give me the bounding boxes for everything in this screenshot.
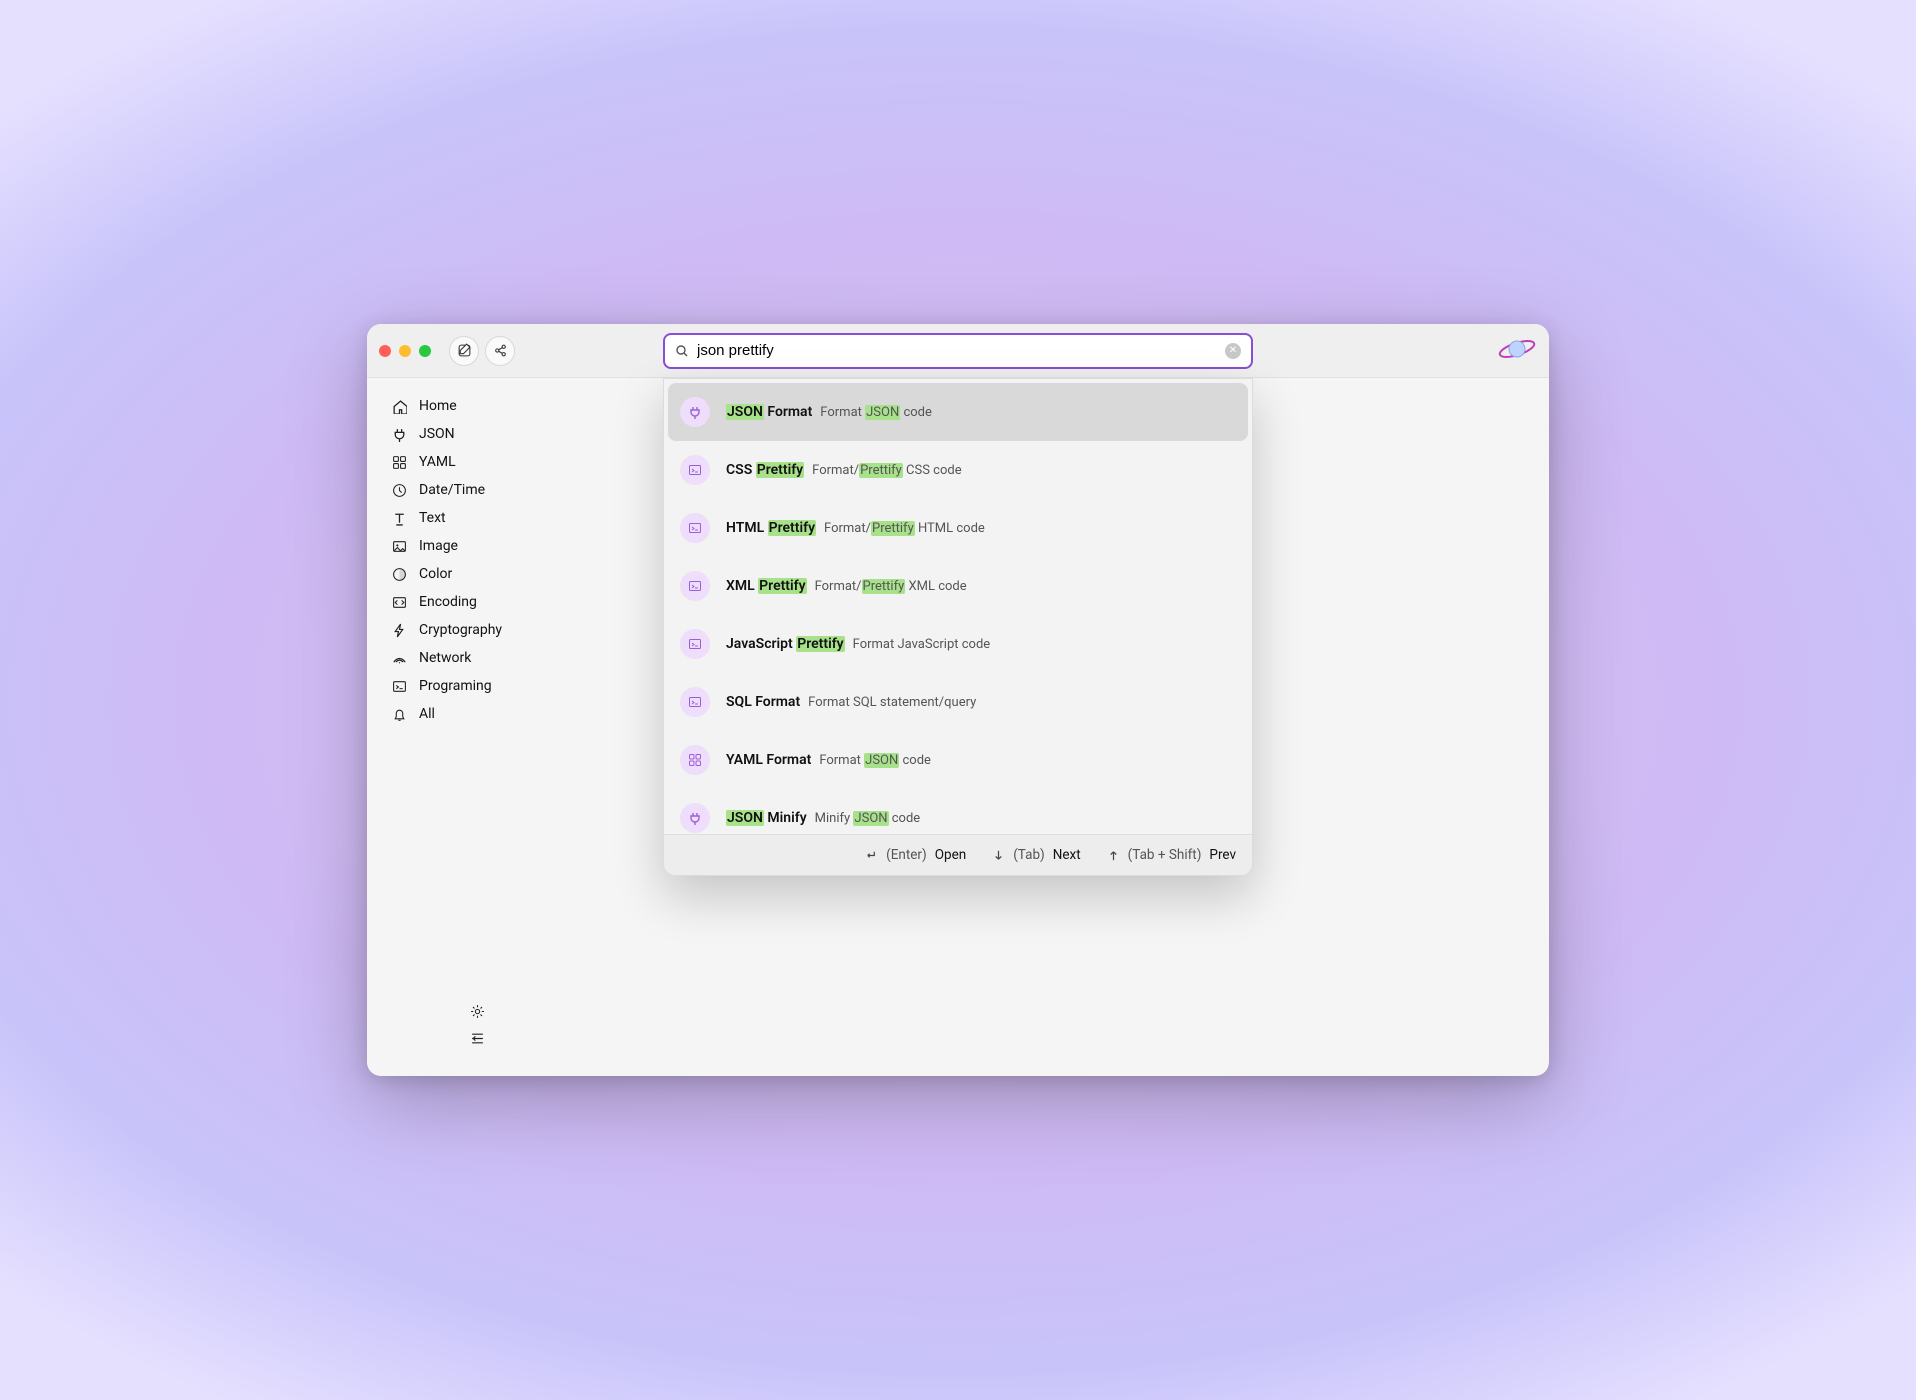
share-icon	[493, 343, 508, 358]
terminal-icon	[680, 455, 710, 485]
network-icon	[391, 651, 407, 666]
image-icon	[391, 539, 407, 554]
enter-icon	[865, 849, 878, 862]
keyboard-hint: (Tab + Shift)Prev	[1107, 847, 1236, 863]
sidebar-item-date-time[interactable]: Date/Time	[367, 476, 587, 504]
terminal-icon	[680, 629, 710, 659]
up-icon	[1107, 849, 1120, 862]
result-subtitle: Format JSON code	[819, 753, 931, 768]
collapse-sidebar-button[interactable]	[470, 1031, 485, 1046]
sidebar-item-label: Color	[419, 566, 452, 582]
result-title: HTML Prettify	[726, 520, 816, 536]
keyboard-hint: (Enter)Open	[865, 847, 966, 863]
sidebar-item-label: Date/Time	[419, 482, 485, 498]
result-subtitle: Format SQL statement/query	[808, 695, 976, 710]
sidebar: Home JSON YAML Date/Time Text Image Color Encod…	[367, 378, 587, 1076]
sidebar-item-network[interactable]: Network	[367, 644, 587, 672]
grid-icon	[680, 745, 710, 775]
sidebar-item-label: Text	[419, 510, 446, 526]
home-icon	[391, 399, 407, 414]
search-results-dropdown: JSON Format Format JSON code CSS Prettif…	[663, 378, 1253, 876]
bell-icon	[391, 707, 407, 722]
sidebar-item-label: Home	[419, 398, 457, 414]
sidebar-item-label: Cryptography	[419, 622, 502, 638]
app-window: ✕ Home JSON YAML Date/Time Text Image Color Enc…	[367, 324, 1549, 1076]
clock-icon	[391, 483, 407, 498]
result-title: JSON Format	[726, 404, 812, 420]
search-input[interactable]	[689, 342, 1225, 359]
clear-search-button[interactable]: ✕	[1225, 343, 1241, 359]
edit-icon	[457, 343, 472, 358]
sidebar-item-programing[interactable]: Programing	[367, 672, 587, 700]
search-result[interactable]: HTML Prettify Format/Prettify HTML code	[668, 499, 1248, 557]
keyboard-hint: (Tab)Next	[992, 847, 1080, 863]
encoding-icon	[391, 595, 407, 610]
terminal-icon	[391, 679, 407, 694]
result-subtitle: Format JavaScript code	[853, 637, 991, 652]
text-icon	[391, 511, 407, 526]
sidebar-item-all[interactable]: All	[367, 700, 587, 728]
grid-icon	[391, 455, 407, 470]
result-subtitle: Format/Prettify HTML code	[824, 521, 985, 536]
sidebar-item-label: Image	[419, 538, 458, 554]
maximize-window-button[interactable]	[419, 345, 431, 357]
bolt-icon	[391, 623, 407, 638]
app-logo	[1497, 335, 1537, 367]
search-result[interactable]: JSON Minify Minify JSON code	[668, 789, 1248, 834]
result-title: CSS Prettify	[726, 462, 804, 478]
sidebar-item-encoding[interactable]: Encoding	[367, 588, 587, 616]
window-controls	[379, 345, 431, 357]
command-search[interactable]: ✕	[663, 333, 1253, 369]
planet-icon	[1497, 335, 1537, 363]
close-window-button[interactable]	[379, 345, 391, 357]
terminal-icon	[680, 571, 710, 601]
share-button[interactable]	[485, 336, 515, 366]
minimize-window-button[interactable]	[399, 345, 411, 357]
new-note-button[interactable]	[449, 336, 479, 366]
terminal-icon	[680, 513, 710, 543]
sidebar-item-home[interactable]: Home	[367, 392, 587, 420]
sidebar-item-image[interactable]: Image	[367, 532, 587, 560]
sidebar-item-label: YAML	[419, 454, 456, 470]
search-result[interactable]: SQL Format Format SQL statement/query	[668, 673, 1248, 731]
plug-icon	[680, 397, 710, 427]
result-subtitle: Format/Prettify XML code	[815, 579, 967, 594]
color-icon	[391, 567, 407, 582]
plug-icon	[680, 803, 710, 833]
settings-button[interactable]	[470, 1004, 485, 1019]
search-result[interactable]: XML Prettify Format/Prettify XML code	[668, 557, 1248, 615]
sidebar-item-label: All	[419, 706, 435, 722]
result-subtitle: Format JSON code	[820, 405, 932, 420]
result-subtitle: Format/Prettify CSS code	[812, 463, 961, 478]
search-result[interactable]: JavaScript Prettify Format JavaScript co…	[668, 615, 1248, 673]
result-title: JSON Minify	[726, 810, 807, 826]
sidebar-item-label: Encoding	[419, 594, 477, 610]
titlebar: ✕	[367, 324, 1549, 378]
search-result[interactable]: CSS Prettify Format/Prettify CSS code	[668, 441, 1248, 499]
result-title: YAML Format	[726, 752, 811, 768]
sidebar-item-cryptography[interactable]: Cryptography	[367, 616, 587, 644]
search-result[interactable]: YAML Format Format JSON code	[668, 731, 1248, 789]
result-title: XML Prettify	[726, 578, 807, 594]
sidebar-item-json[interactable]: JSON	[367, 420, 587, 448]
search-result[interactable]: JSON Format Format JSON code	[668, 383, 1248, 441]
sidebar-item-label: Programing	[419, 678, 492, 694]
sidebar-item-yaml[interactable]: YAML	[367, 448, 587, 476]
sidebar-item-label: Network	[419, 650, 471, 666]
result-title: SQL Format	[726, 694, 800, 710]
plug-icon	[391, 427, 407, 442]
result-title: JavaScript Prettify	[726, 636, 845, 652]
sidebar-item-color[interactable]: Color	[367, 560, 587, 588]
sidebar-item-text[interactable]: Text	[367, 504, 587, 532]
keyboard-hints: (Enter)Open (Tab)Next (Tab + Shift)Prev	[664, 834, 1252, 875]
result-subtitle: Minify JSON code	[815, 811, 921, 826]
search-icon	[675, 344, 689, 358]
terminal-icon	[680, 687, 710, 717]
down-icon	[992, 849, 1005, 862]
sidebar-item-label: JSON	[419, 426, 455, 442]
